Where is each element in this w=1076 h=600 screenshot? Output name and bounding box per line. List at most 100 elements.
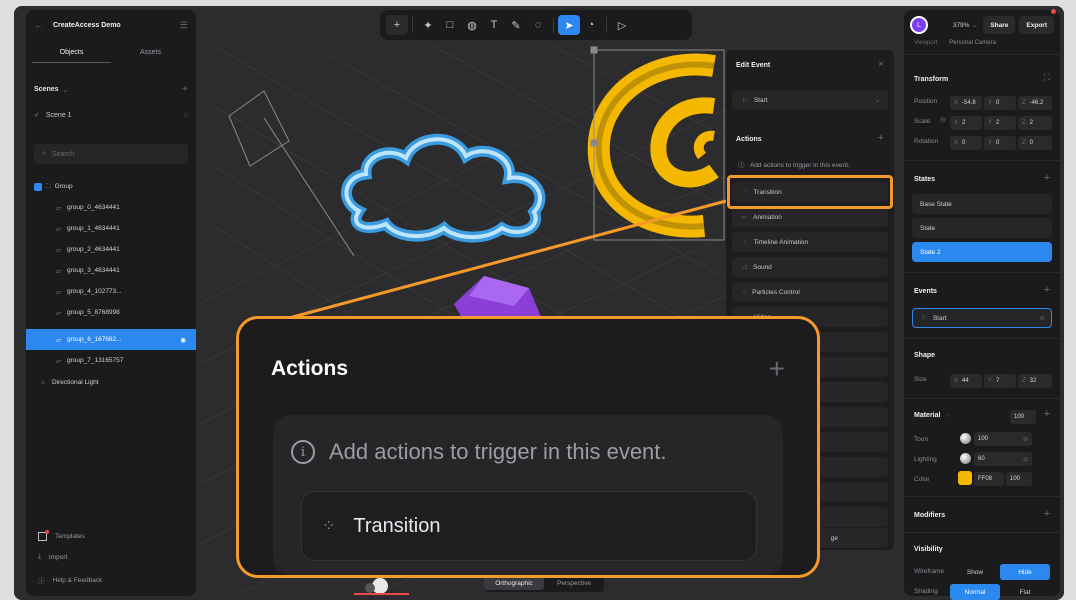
plus-icon[interactable]: + — [386, 15, 408, 35]
action-animation[interactable]: ▻ Animation — [732, 207, 888, 227]
record-icon[interactable]: ◔ — [580, 15, 602, 35]
actions-hint: ⓘ Add actions to trigger in this event. — [738, 159, 850, 169]
lighting-swatch[interactable] — [960, 453, 971, 464]
position-x-field[interactable]: X -54.8 — [950, 96, 982, 110]
lock-icon[interactable]: ⊖ — [940, 116, 946, 124]
color-opacity-field[interactable]: 100 — [1006, 472, 1032, 486]
add-action-icon[interactable]: + — [878, 132, 884, 144]
tree-item[interactable]: ▱ group_3_4634441 — [26, 260, 196, 281]
size-x-field[interactable]: X 44 — [950, 374, 982, 388]
material-type-icon[interactable]: ⁘ — [946, 412, 952, 420]
help-link[interactable]: ⓘ Help & Feedback — [38, 575, 102, 586]
text-icon[interactable]: T — [483, 15, 505, 35]
show-button[interactable]: Show — [950, 564, 1000, 580]
sphere-icon[interactable]: ◍ — [461, 15, 483, 35]
tree-item-group[interactable]: ⛶ Group — [26, 176, 196, 197]
state-2[interactable]: State 2 — [912, 242, 1052, 262]
help-icon: ⓘ — [38, 578, 45, 585]
comment-icon[interactable]: ◌ — [527, 15, 549, 35]
shape-icon: ▱ — [56, 204, 61, 212]
action-particles[interactable]: ∴ Particles Control — [732, 282, 888, 302]
home-icon[interactable]: ⌂ — [184, 112, 188, 119]
expand-icon[interactable]: ⛶ — [1044, 72, 1050, 83]
camera-select[interactable]: Personal Camera — [949, 40, 996, 46]
templates-link[interactable]: Templates — [38, 530, 85, 541]
normal-button[interactable]: Normal — [950, 584, 1000, 600]
rotation-y-field[interactable]: Y0 — [984, 136, 1016, 150]
scale-y-field[interactable]: Y2 — [984, 116, 1016, 130]
delete-icon[interactable]: ⊖ — [1040, 314, 1045, 322]
trigger-select[interactable]: ⚐ Start ⌄ — [732, 90, 888, 110]
checkbox-icon[interactable] — [34, 182, 42, 191]
close-icon[interactable]: × — [878, 59, 884, 70]
size-z-field[interactable]: Z 32 — [1018, 374, 1052, 388]
chevron-down-icon[interactable]: ⌄ — [63, 86, 69, 94]
square-icon[interactable]: □ — [439, 15, 461, 35]
action-sound[interactable]: ◁ Sound — [732, 257, 888, 277]
search-input[interactable]: ⌕ Search — [34, 144, 188, 164]
pen-icon[interactable]: ✎ — [505, 15, 527, 35]
toon-swatch[interactable] — [960, 433, 971, 444]
tree-item-selected[interactable]: ▱ group_6_167682... ◉ — [26, 329, 196, 350]
magic-icon[interactable]: ✦ — [417, 15, 439, 35]
share-button[interactable]: Share — [983, 16, 1016, 34]
rotation-x-field[interactable]: X0 — [950, 136, 982, 150]
menu-icon[interactable]: ☰ — [180, 20, 188, 31]
timeline-icon: ⁘ — [742, 239, 748, 246]
tree-item-label: group_6_167682... — [67, 336, 122, 343]
position-z-field[interactable]: Z -46.2 — [1018, 96, 1052, 110]
material-value-field[interactable]: 100 — [1010, 410, 1036, 424]
chevron-down-icon[interactable]: ⌄ — [971, 21, 977, 29]
select-icon[interactable]: ➤ — [558, 15, 580, 35]
tree-item-light[interactable]: ☼ Directional Light — [26, 372, 196, 393]
color-swatch[interactable] — [958, 471, 972, 485]
state-1[interactable]: State — [912, 218, 1052, 238]
add-scene-icon[interactable]: + — [182, 84, 188, 95]
perspective-button[interactable]: Perspective — [544, 580, 604, 587]
avatar[interactable]: L — [910, 16, 928, 34]
rotation-z-field[interactable]: Z0 — [1018, 136, 1052, 150]
orthographic-button[interactable]: Orthographic — [484, 576, 544, 590]
tree-item[interactable]: ▱ group_1_4634441 — [26, 218, 196, 239]
color-hex-field[interactable]: FF08 — [974, 472, 1004, 486]
tab-objects[interactable]: Objects — [32, 43, 111, 63]
tree-item[interactable]: ▱ group_5_8768998 — [26, 302, 196, 323]
zoom-level[interactable]: 379% — [953, 22, 970, 29]
hide-button[interactable]: Hide — [1000, 564, 1050, 580]
add-modifier-icon[interactable]: + — [1044, 508, 1050, 520]
highlight-box — [727, 175, 893, 209]
action-timeline-animation[interactable]: ⁘ Timeline Animation — [732, 232, 888, 252]
add-material-icon[interactable]: + — [1044, 408, 1050, 420]
eye-icon[interactable]: ⊖ — [1023, 456, 1028, 463]
position-y-field[interactable]: Y0 — [984, 96, 1016, 110]
state-base[interactable]: Base State — [912, 194, 1052, 214]
tree-item[interactable]: ▱ group_4_102773... — [26, 281, 196, 302]
add-event-icon[interactable]: + — [1044, 284, 1050, 296]
tab-assets[interactable]: Assets — [111, 43, 190, 63]
action-label: Animation — [753, 213, 782, 221]
export-button[interactable]: Export — [1019, 9, 1056, 34]
size-y-field[interactable]: Y7 — [984, 374, 1016, 388]
lighting-value-field[interactable]: 60 ⊖ — [974, 452, 1032, 466]
value: 100 — [1010, 476, 1021, 482]
tree-item[interactable]: ▱ group_2_4634441 — [26, 239, 196, 260]
scale-z-field[interactable]: Z2 — [1018, 116, 1052, 130]
tree-item[interactable]: ▱ group_7_13165757 — [26, 350, 196, 371]
add-state-icon[interactable]: + — [1044, 172, 1050, 184]
import-label: Import — [48, 553, 68, 561]
eye-icon[interactable]: ⊖ — [1023, 436, 1028, 443]
tree-item-label: group_0_4634441 — [67, 204, 120, 211]
scale-x-field[interactable]: X2 — [950, 116, 982, 130]
tree-item[interactable]: ▱ group_0_4634441 — [26, 197, 196, 218]
tree-item-label: Group — [54, 183, 73, 190]
eye-icon[interactable]: ◉ — [180, 336, 186, 344]
back-arrow-icon[interactable]: ← — [34, 20, 43, 30]
event-start[interactable]: ⚐ Start ⊖ — [912, 308, 1052, 328]
flat-button[interactable]: Flat — [1000, 584, 1050, 600]
scene-item[interactable]: ✓ Scene 1 ⌂ — [34, 111, 188, 120]
project-name[interactable]: CreateAccess Demo — [53, 22, 121, 29]
play-icon[interactable]: ▷ — [611, 15, 633, 35]
viewport-row: Viewport Personal Camera — [914, 40, 1050, 46]
import-link[interactable]: ⤓ Import — [38, 553, 67, 561]
toon-value-field[interactable]: 100 ⊖ — [974, 432, 1032, 446]
